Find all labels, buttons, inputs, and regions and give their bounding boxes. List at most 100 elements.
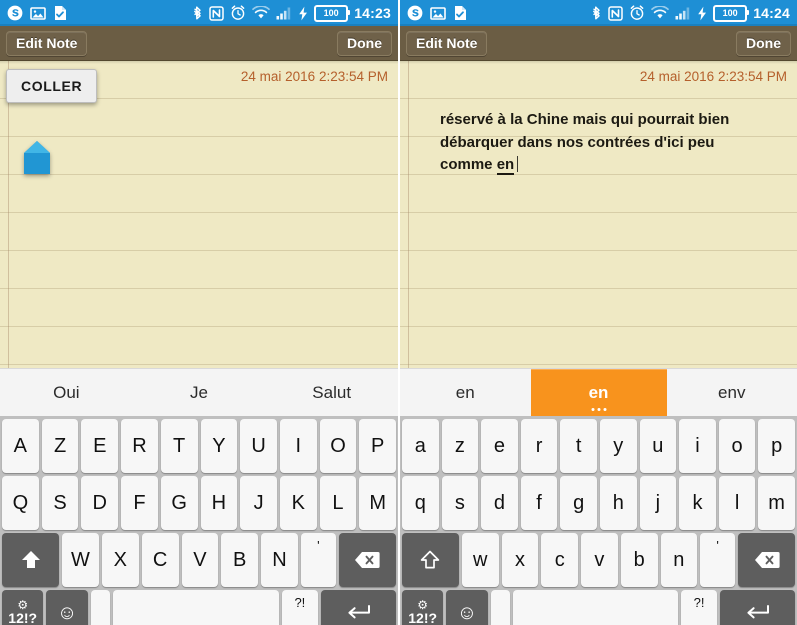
spacebar-key[interactable] [513,590,679,625]
spacebar-key[interactable] [113,590,279,625]
suggestion-item-3[interactable]: env [667,369,797,416]
key-apostrophe[interactable]: ' [300,533,336,587]
key-a[interactable]: a [402,419,439,473]
key-r[interactable]: R [121,419,158,473]
symbols-numbers-key[interactable]: ⚙ 12!? [2,590,44,625]
backspace-key[interactable] [738,533,795,587]
done-button[interactable]: Done [736,30,791,56]
suggestion-item-1[interactable]: Oui [0,369,133,416]
symbols-numbers-key[interactable]: ⚙ 12!? [402,590,444,625]
key-left-spacer[interactable] [490,590,511,625]
battery-level-label: 100 [323,7,339,18]
key-u[interactable]: u [639,419,677,473]
key-g[interactable]: g [560,476,597,530]
key-t[interactable]: T [160,419,198,473]
key-f[interactable]: f [520,476,558,530]
suggestion-bar-left: Oui Je Salut [0,368,398,416]
key-b[interactable]: b [620,533,658,587]
key-p[interactable]: p [758,419,795,473]
shift-key[interactable] [402,533,459,587]
key-l[interactable]: l [718,476,756,530]
key-x[interactable]: x [501,533,539,587]
key-w[interactable]: W [62,533,99,587]
edit-note-button[interactable]: Edit Note [406,30,488,56]
enter-key[interactable] [719,590,795,625]
key-v[interactable]: v [581,533,618,587]
key-z[interactable]: Z [41,419,79,473]
note-body-text[interactable]: réservé à la Chine mais qui pourrait bie… [440,109,779,177]
suggestion-item-1[interactable]: en [400,369,531,416]
key-m[interactable]: M [359,476,397,530]
key-j[interactable]: j [639,476,677,530]
key-q[interactable]: q [402,476,439,530]
key-w[interactable]: w [461,533,499,587]
key-n[interactable]: N [261,533,298,587]
key-d[interactable]: D [81,476,119,530]
emoji-key[interactable]: ☺ [46,590,88,625]
key-b[interactable]: B [221,533,259,587]
key-e[interactable]: e [481,419,518,473]
key-l[interactable]: L [319,476,357,530]
key-r[interactable]: r [520,419,558,473]
key-u[interactable]: U [240,419,277,473]
status-bar-left: 100 14:23 [0,0,398,26]
suggestion-item-2[interactable]: Je [133,369,266,416]
key-h[interactable]: h [599,476,637,530]
note-date: 24 mai 2016 2:23:54 PM [639,69,787,84]
key-y[interactable]: y [599,419,637,473]
note-paper-left[interactable]: 24 mai 2016 2:23:54 PM COLLER [0,61,398,368]
key-k[interactable]: k [679,476,716,530]
dual-screenshot-container: 100 14:23 Edit Note Done 24 mai 2016 2:2… [0,0,797,625]
key-e[interactable]: E [81,419,119,473]
key-left-spacer[interactable] [90,590,111,625]
key-n[interactable]: n [660,533,698,587]
key-punctuation[interactable]: ?! [681,590,717,625]
edit-note-button[interactable]: Edit Note [6,30,88,56]
emoji-smiley-icon: ☺ [56,601,78,624]
key-s[interactable]: S [41,476,79,530]
key-m[interactable]: m [758,476,795,530]
key-q[interactable]: Q [2,476,39,530]
keyboard-row-2: Q S D F G H J K L M [2,476,397,530]
note-paper-right[interactable]: 24 mai 2016 2:23:54 PM réservé à la Chin… [400,61,797,368]
key-punctuation[interactable]: ?! [281,590,318,625]
text-cursor-handle-icon[interactable] [22,140,52,178]
key-i[interactable]: i [679,419,716,473]
more-options-dots-icon [591,408,606,411]
key-o[interactable]: o [718,419,756,473]
key-z[interactable]: z [441,419,479,473]
emoji-smiley-icon: ☺ [456,601,478,624]
key-f[interactable]: F [121,476,158,530]
key-x[interactable]: X [101,533,139,587]
status-clock: 14:24 [753,5,790,21]
key-v[interactable]: V [181,533,219,587]
enter-key[interactable] [320,590,396,625]
key-p[interactable]: P [359,419,397,473]
key-c[interactable]: c [541,533,579,587]
skype-icon [407,5,423,21]
keyboard-row-3: W X C V B N ' [2,533,396,587]
key-k[interactable]: K [279,476,317,530]
suggestion-item-3[interactable]: Salut [265,369,398,416]
shift-key[interactable] [2,533,60,587]
key-apostrophe[interactable]: ' [700,533,736,587]
done-button[interactable]: Done [337,30,392,56]
paste-popup-button[interactable]: COLLER [6,69,98,103]
key-s[interactable]: s [441,476,479,530]
key-y[interactable]: Y [200,419,238,473]
key-i[interactable]: I [279,419,317,473]
key-o[interactable]: O [319,419,357,473]
key-d[interactable]: d [481,476,518,530]
key-t[interactable]: t [560,419,597,473]
backspace-key[interactable] [338,533,396,587]
key-a[interactable]: A [2,419,39,473]
suggestion-item-2-selected[interactable]: en [530,369,667,416]
key-h[interactable]: H [200,476,238,530]
key-j[interactable]: J [240,476,277,530]
suggestion-selected-label: en [588,382,609,402]
symbols-key-label: 12!? [408,610,438,625]
status-bar-right: 100 14:24 [400,0,797,26]
key-c[interactable]: C [141,533,179,587]
key-g[interactable]: G [160,476,198,530]
emoji-key[interactable]: ☺ [446,590,488,625]
